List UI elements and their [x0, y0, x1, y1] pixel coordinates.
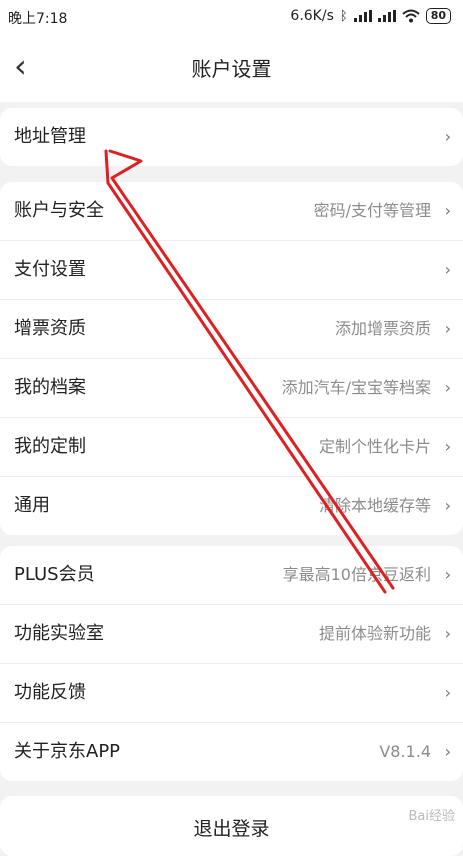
chevron-right-icon: ›	[444, 201, 451, 220]
wifi-icon	[402, 9, 420, 23]
network-speed: 6.6K/s	[290, 8, 334, 24]
settings-row-payment[interactable]: 支付设置 ›	[0, 241, 463, 300]
battery-icon: 80	[425, 8, 451, 24]
row-value: 享最高10倍京豆返利	[282, 565, 431, 584]
row-label: 地址管理	[14, 126, 86, 147]
row-value: 添加增票资质	[334, 319, 431, 338]
chevron-right-icon: ›	[444, 437, 451, 456]
settings-row-lab[interactable]: 功能实验室 提前体验新功能 ›	[0, 605, 463, 664]
row-value: 清除本地缓存等	[318, 496, 431, 515]
row-value: 提前体验新功能	[318, 624, 431, 643]
row-label: 功能实验室	[14, 623, 104, 644]
chevron-right-icon: ›	[444, 260, 451, 279]
page-title: 账户设置	[191, 57, 272, 81]
signal-icon-2	[377, 10, 396, 22]
bluetooth-icon: ᛒ	[339, 8, 348, 24]
row-label: 我的定制	[14, 436, 86, 457]
chevron-right-icon: ›	[444, 496, 451, 515]
row-label: 支付设置	[14, 259, 86, 280]
chevron-right-icon: ›	[444, 624, 451, 643]
settings-row-profile[interactable]: 我的档案 添加汽车/宝宝等档案 ›	[0, 359, 463, 418]
nav-bar: ‹ 账户设置	[0, 34, 463, 102]
chevron-right-icon: ›	[444, 565, 451, 584]
row-label: PLUS会员	[14, 564, 95, 585]
status-indicators: 6.6K/s ᛒ 80	[290, 8, 451, 24]
watermark: Bai经验	[408, 809, 456, 824]
settings-row-invoice[interactable]: 增票资质 添加增票资质 ›	[0, 300, 463, 359]
settings-row-about[interactable]: 关于京东APP V8.1.4 ›	[0, 723, 463, 781]
settings-row-customize[interactable]: 我的定制 定制个性化卡片 ›	[0, 418, 463, 477]
logout-button[interactable]: 退出登录	[0, 796, 463, 856]
settings-group-more: PLUS会员 享最高10倍京豆返利 › 功能实验室 提前体验新功能 › 功能反馈…	[0, 546, 463, 781]
signal-icon	[353, 10, 372, 22]
settings-group-address: 地址管理 ›	[0, 108, 463, 166]
logout-label: 退出登录	[193, 818, 270, 840]
row-label: 功能反馈	[14, 682, 86, 703]
row-value: 添加汽车/宝宝等档案	[281, 378, 431, 397]
settings-row-account-security[interactable]: 账户与安全 密码/支付等管理 ›	[0, 182, 463, 241]
chevron-right-icon: ›	[444, 683, 451, 702]
settings-row-address[interactable]: 地址管理 ›	[0, 108, 463, 166]
row-label: 通用	[14, 495, 50, 516]
row-value: 密码/支付等管理	[313, 201, 431, 220]
status-time: 晚上7:18	[8, 11, 68, 27]
settings-group-account: 账户与安全 密码/支付等管理 › 支付设置 › 增票资质 添加增票资质 › 我的…	[0, 182, 463, 535]
chevron-right-icon: ›	[444, 127, 451, 146]
settings-row-feedback[interactable]: 功能反馈 ›	[0, 664, 463, 723]
row-label: 账户与安全	[14, 200, 104, 221]
row-value: 定制个性化卡片	[318, 437, 431, 456]
row-value: V8.1.4	[379, 742, 431, 761]
status-bar: 晚上7:18 6.6K/s ᛒ 80	[0, 0, 463, 34]
row-label: 增票资质	[14, 318, 86, 339]
row-label: 我的档案	[14, 377, 86, 398]
chevron-right-icon: ›	[444, 319, 451, 338]
chevron-right-icon: ›	[444, 742, 451, 761]
settings-row-general[interactable]: 通用 清除本地缓存等 ›	[0, 477, 463, 535]
row-label: 关于京东APP	[14, 741, 121, 762]
chevron-right-icon: ›	[444, 378, 451, 397]
settings-row-plus[interactable]: PLUS会员 享最高10倍京豆返利 ›	[0, 546, 463, 605]
